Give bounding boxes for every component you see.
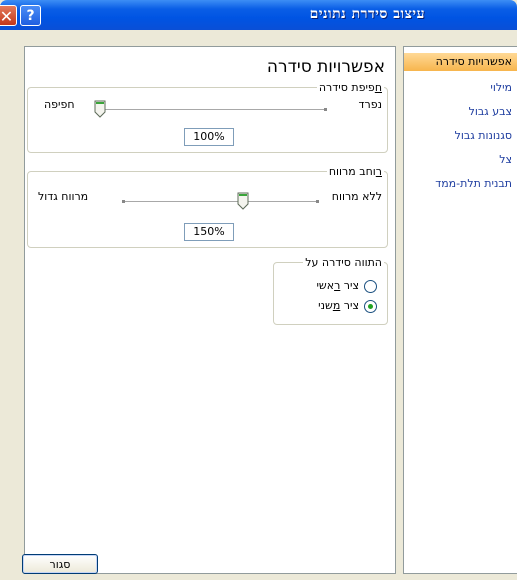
close-icon[interactable]: ✕ — [0, 5, 17, 26]
category-nav: אפשרויות סידרה מילוי צבע גבול סגנונות גב… — [403, 46, 517, 574]
help-icon[interactable]: ? — [20, 5, 41, 26]
options-panel: אפשרויות סידרה חפיפת סידרה נפרד חפיפה 10… — [24, 46, 396, 574]
overlap-percent-field[interactable]: 100% — [184, 128, 234, 146]
panel-title: אפשרויות סידרה — [266, 57, 385, 77]
legend-text: פיפת סידרה — [318, 81, 375, 94]
overlap-slider-track[interactable] — [100, 108, 327, 111]
secondary-axis-option[interactable]: ציר משני — [318, 299, 377, 313]
close-glyph: ✕ — [0, 7, 14, 26]
no-gap-label: ללא מרווח — [331, 190, 382, 203]
gap-width-slider-thumb[interactable] — [237, 192, 249, 210]
tick-mark — [122, 200, 125, 203]
nav-item-series-options[interactable]: אפשרויות סידרה — [404, 53, 517, 71]
mnemonic: ר — [375, 165, 382, 178]
secondary-axis-radio[interactable] — [364, 299, 377, 313]
title-bar[interactable]: ✕ ? עיצוב סידרת נתונים — [0, 0, 517, 30]
separated-label: נפרד — [358, 98, 383, 111]
mnemonic: ח — [374, 81, 382, 94]
overlapped-label: חפיפה — [44, 98, 75, 111]
tick-mark — [324, 108, 327, 111]
nav-item-3d-format[interactable]: תבנית תלת-ממד — [404, 175, 517, 193]
radio-label: אשי — [316, 279, 335, 292]
nav-item-border-styles[interactable]: סגנונות גבול — [404, 127, 517, 145]
primary-axis-option[interactable]: ציר ראשי — [316, 279, 377, 293]
nav-item-shadow[interactable]: צל — [404, 151, 517, 169]
tick-mark — [316, 200, 319, 203]
help-glyph: ? — [26, 8, 35, 24]
nav-item-fill[interactable]: מילוי — [404, 79, 517, 97]
primary-axis-radio[interactable] — [364, 279, 377, 293]
format-data-series-dialog: ✕ ? עיצוב סידרת נתונים אפשרויות סידרה חפ… — [0, 0, 517, 580]
radio-label: שני — [318, 299, 333, 312]
plot-series-on-group: התווה סידרה על ציר ראשי ציר משני — [273, 256, 388, 325]
radio-label: ציר — [340, 279, 359, 292]
nav-item-border-color[interactable]: צבע גבול — [404, 103, 517, 121]
close-button[interactable]: סגור — [22, 554, 98, 574]
dialog-title: עיצוב סידרת נתונים — [309, 6, 425, 22]
gap-width-legend: רוחב מרווח — [327, 165, 384, 178]
gap-width-slider-track[interactable] — [122, 200, 319, 203]
plot-series-on-legend: התווה סידרה על — [305, 256, 382, 269]
series-overlap-legend: חפיפת סידרה — [317, 81, 384, 94]
gap-width-group: רוחב מרווח ללא מרווח מרווח גדול 150% — [27, 165, 388, 248]
gap-width-percent-field[interactable]: 150% — [184, 223, 234, 241]
legend-text: וחב מרווח — [328, 165, 376, 178]
large-gap-label: מרווח גדול — [38, 190, 89, 203]
overlap-slider-thumb[interactable] — [94, 100, 106, 118]
series-overlap-group: חפיפת סידרה נפרד חפיפה 100% — [27, 81, 388, 153]
radio-label: ציר — [340, 299, 359, 312]
